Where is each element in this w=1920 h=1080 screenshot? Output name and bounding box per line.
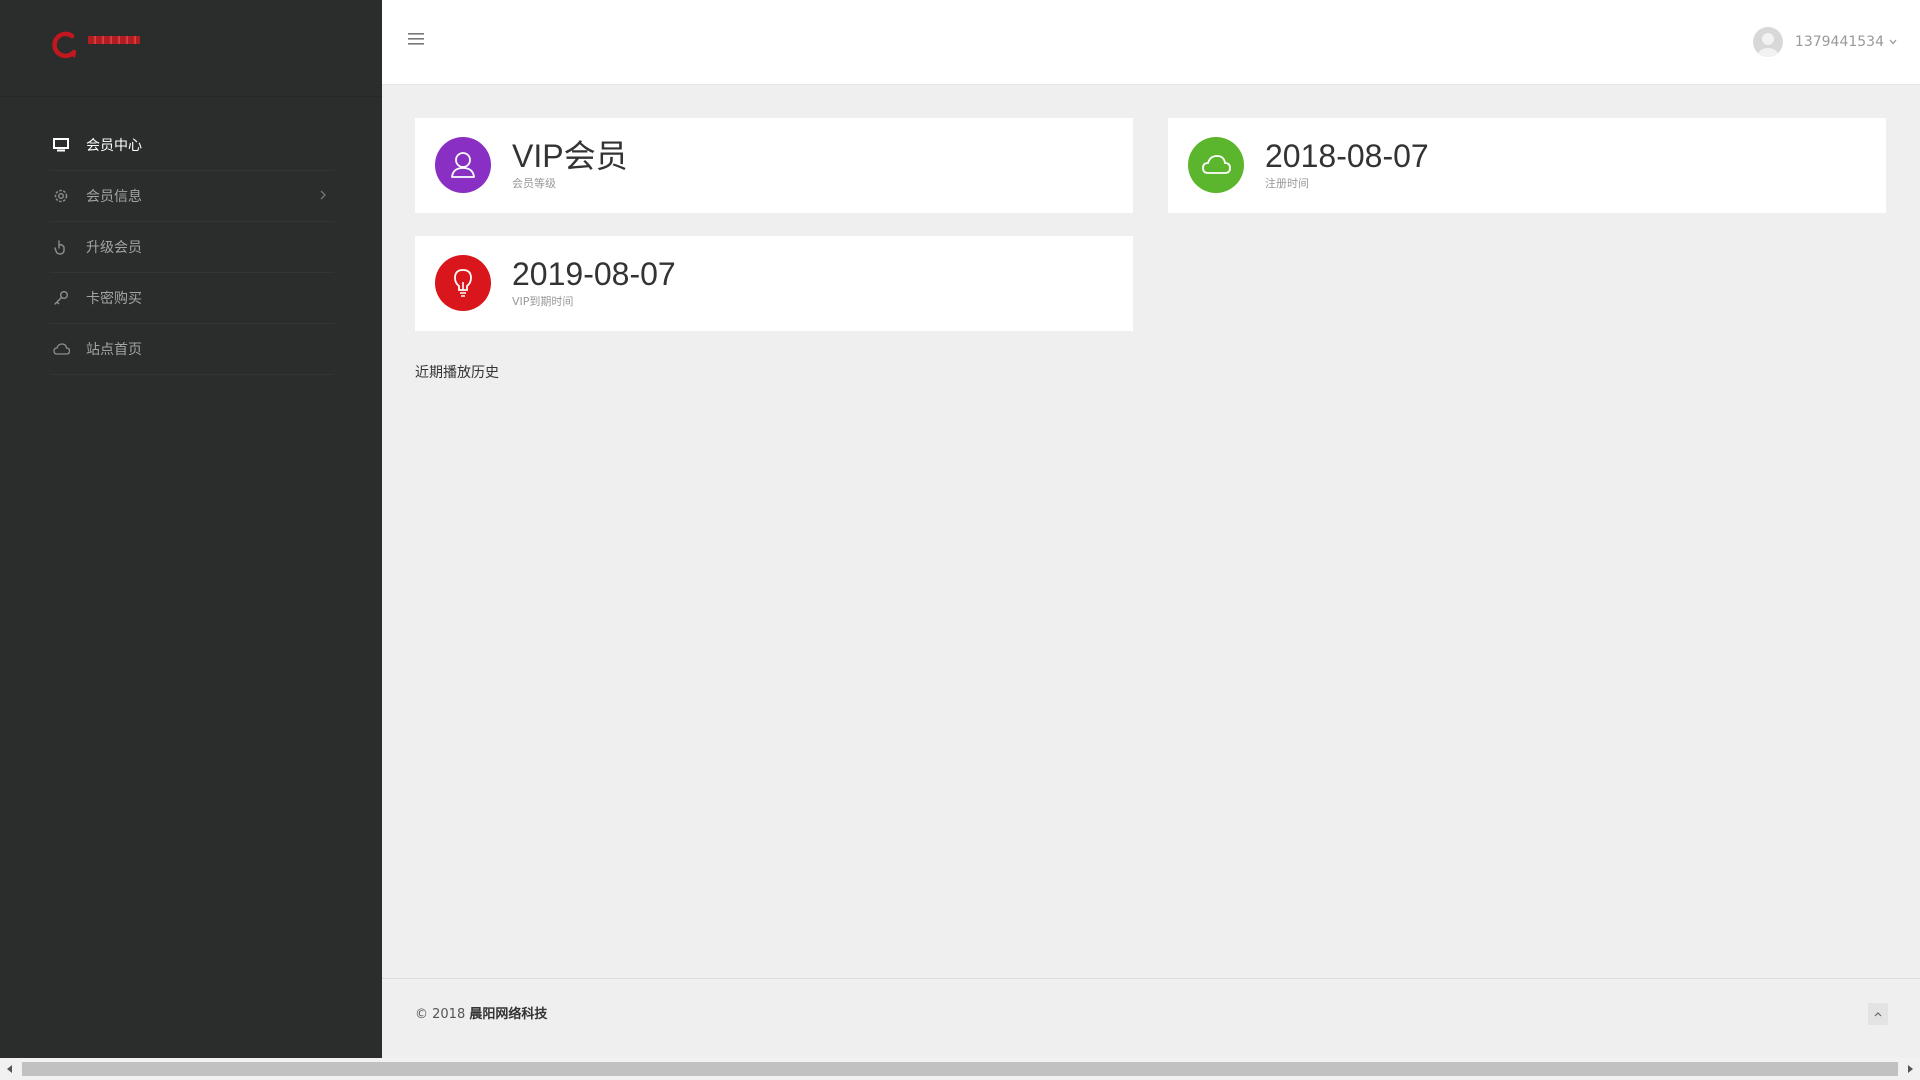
member-level-label: 会员等级: [512, 177, 556, 190]
user-menu[interactable]: 1379441534: [1752, 26, 1898, 58]
logo-mark-icon: [52, 31, 77, 59]
logo-wordmark: [88, 36, 140, 44]
vip-expire-label: VIP到期时间: [512, 295, 574, 308]
logo[interactable]: [0, 0, 382, 97]
sidebar-item-site-home[interactable]: 站点首页: [50, 324, 334, 375]
sidebar-item-label: 站点首页: [86, 342, 142, 358]
username: 1379441534: [1794, 34, 1884, 50]
footer: © 2018 晨阳网络科技: [382, 978, 1920, 1059]
cloud-icon: [52, 340, 70, 358]
gear-icon: [52, 187, 70, 205]
hamburger-icon[interactable]: [408, 32, 424, 46]
sidebar-item-label: 卡密购买: [86, 291, 142, 307]
sidebar-item-label: 升级会员: [86, 240, 142, 256]
history-title: 近期播放历史: [415, 365, 499, 381]
back-to-top-button[interactable]: [1868, 1003, 1888, 1025]
copyright: © 2018 晨阳网络科技: [415, 1003, 547, 1022]
hand-icon: [52, 238, 70, 256]
top-bar: 1379441534: [382, 0, 1920, 85]
sidebar: 会员中心 会员信息 升级会员 卡密购买 站点首页: [0, 0, 382, 1058]
sidebar-menu: 会员中心 会员信息 升级会员 卡密购买 站点首页: [50, 120, 334, 375]
monitor-icon: [52, 136, 70, 154]
user-icon: [435, 137, 491, 193]
scroll-left-arrow-icon[interactable]: [0, 1058, 20, 1080]
chevron-up-icon: [1874, 1012, 1882, 1017]
register-time-label: 注册时间: [1265, 177, 1309, 190]
company-name: 晨阳网络科技: [469, 1007, 548, 1022]
scroll-right-arrow-icon[interactable]: [1900, 1058, 1920, 1080]
card-vip-expire: 2019-08-07 VIP到期时间: [415, 236, 1133, 331]
vip-expire-value: 2019-08-07: [512, 256, 676, 292]
card-register-time: 2018-08-07 注册时间: [1168, 118, 1886, 213]
sidebar-item-label: 会员中心: [86, 138, 142, 154]
sidebar-item-member-info[interactable]: 会员信息: [50, 171, 334, 222]
sidebar-item-upgrade[interactable]: 升级会员: [50, 222, 334, 273]
chevron-right-icon: [320, 190, 326, 200]
user-silhouette-icon: [1757, 33, 1778, 57]
avatar: [1752, 27, 1783, 57]
horizontal-scrollbar[interactable]: [0, 1058, 1920, 1080]
sidebar-item-member-center[interactable]: 会员中心: [50, 120, 334, 171]
bulb-icon: [435, 255, 491, 311]
cloud-icon: [1188, 137, 1244, 193]
sidebar-item-label: 会员信息: [86, 189, 142, 205]
copyright-year: © 2018: [415, 1007, 466, 1022]
member-level-value: VIP会员: [512, 138, 628, 174]
card-member-level: VIP会员 会员等级: [415, 118, 1133, 213]
register-time-value: 2018-08-07: [1265, 138, 1429, 174]
key-icon: [52, 289, 70, 307]
sidebar-item-card-purchase[interactable]: 卡密购买: [50, 273, 334, 324]
scrollbar-thumb[interactable]: [22, 1062, 1898, 1076]
chevron-down-icon: [1889, 39, 1897, 45]
